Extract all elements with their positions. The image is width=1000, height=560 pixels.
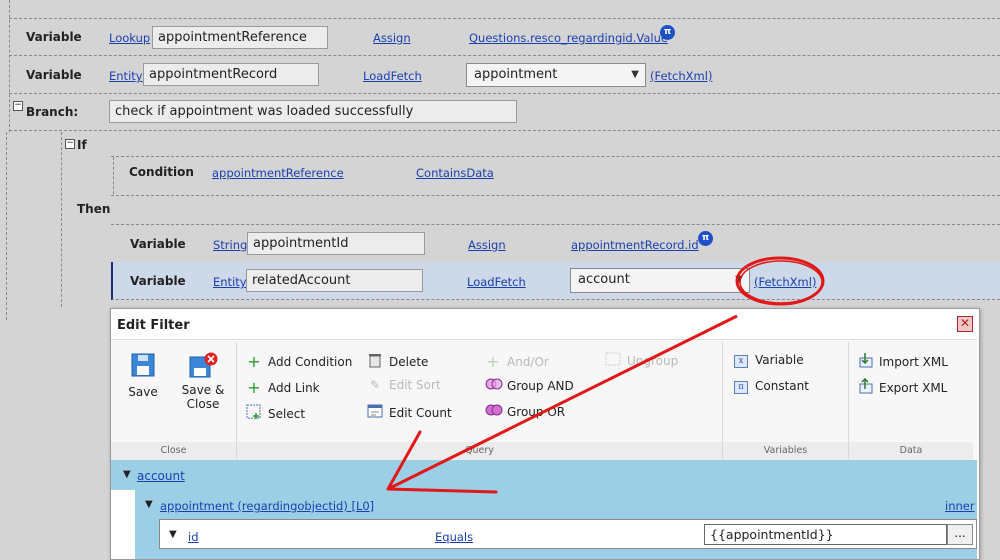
annotation-overlay [386, 256, 825, 494]
annotation-arrow-line [389, 314, 738, 490]
